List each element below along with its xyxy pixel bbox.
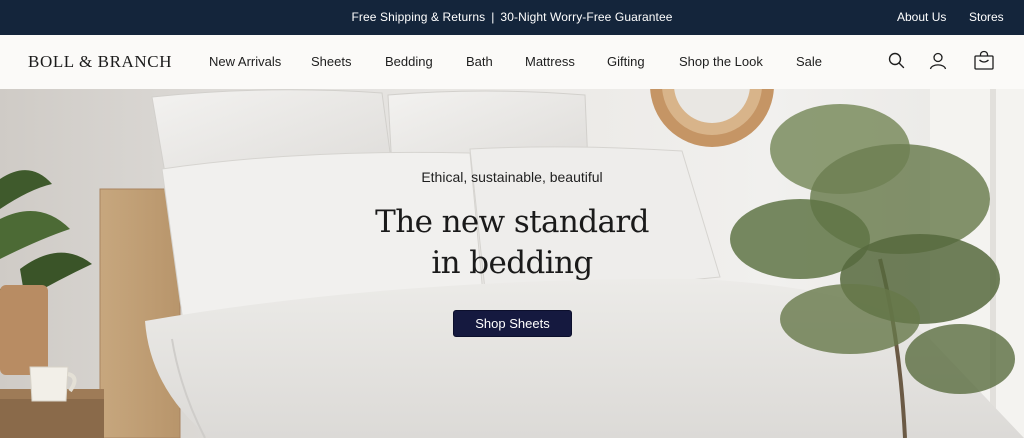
- shopping-bag-icon[interactable]: [972, 50, 996, 72]
- nav-new-arrivals[interactable]: New Arrivals: [209, 54, 281, 69]
- hero-headline-line-1: The new standard: [375, 204, 649, 240]
- stores-link[interactable]: Stores: [969, 10, 1004, 24]
- nav-gifting[interactable]: Gifting: [607, 54, 645, 69]
- announcement-promo: Free Shipping & Returns | 30-Night Worry-F…: [0, 10, 1024, 24]
- rattan-mirror: [650, 89, 774, 147]
- nav-bath[interactable]: Bath: [466, 54, 493, 69]
- main-navigation: BOLL & BRANCH New Arrivals Sheets Beddin…: [0, 35, 1024, 89]
- announcement-bar: Free Shipping & Returns | 30-Night Worry-F…: [0, 0, 1024, 35]
- hero-headline: The new standard in bedding: [0, 202, 1024, 284]
- hero-headline-line-2: in bedding: [431, 245, 593, 281]
- nav-sale[interactable]: Sale: [796, 54, 822, 69]
- search-icon[interactable]: [886, 50, 908, 72]
- nav-sheets[interactable]: Sheets: [311, 54, 351, 69]
- nav-mattress[interactable]: Mattress: [525, 54, 575, 69]
- guarantee-text: 30-Night Worry-Free Guarantee: [500, 10, 673, 24]
- account-icon[interactable]: [927, 50, 949, 72]
- about-us-link[interactable]: About Us: [897, 10, 946, 24]
- shop-sheets-button[interactable]: Shop Sheets: [453, 310, 572, 337]
- nav-bedding[interactable]: Bedding: [385, 54, 433, 69]
- hero-kicker: Ethical, sustainable, beautiful: [421, 169, 603, 185]
- nav-shop-the-look[interactable]: Shop the Look: [679, 54, 763, 69]
- brand-logo[interactable]: BOLL & BRANCH: [28, 52, 172, 72]
- free-shipping-text: Free Shipping & Returns: [351, 10, 486, 24]
- hero-banner: Ethical, sustainable, beautiful The new …: [0, 89, 1024, 438]
- announcement-separator: |: [491, 10, 495, 24]
